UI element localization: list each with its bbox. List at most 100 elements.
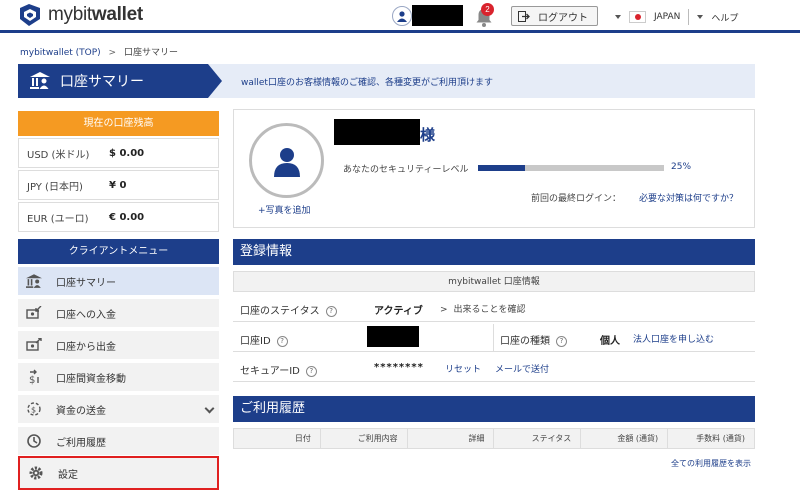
column-header[interactable]: 詳細 <box>408 429 495 448</box>
balance-row-eur: EUR (ユーロ) € 0.00 <box>18 202 219 232</box>
breadcrumb: mybitwallet (TOP) > 口座サマリー <box>20 45 178 58</box>
header-divider <box>688 9 690 25</box>
sidebar-item-label: 口座から出金 <box>56 341 116 353</box>
svg-text:$: $ <box>31 406 36 415</box>
secure-id-label: セキュアーID? <box>240 362 317 377</box>
svg-text:$: $ <box>29 375 35 385</box>
sidebar-item-label: ご利用履歴 <box>56 437 106 449</box>
reset-link[interactable]: リセット <box>445 362 481 375</box>
sidebar-item-label: 設定 <box>58 469 78 481</box>
security-level-percent: 25% <box>671 162 692 172</box>
remit-icon: $ <box>26 401 42 417</box>
security-level-label: あなたのセキュリティーレベル <box>343 165 469 175</box>
balance-amount: ¥ 0 <box>109 179 127 191</box>
chevron-down-icon <box>615 15 621 19</box>
gear-icon <box>28 465 44 481</box>
column-header[interactable]: 日付 <box>234 429 321 448</box>
breadcrumb-current: 口座サマリー <box>123 48 178 58</box>
profile-card: +写真を追加 様 あなたのセキュリティーレベル 25% 前回の最終ログイン： 必… <box>233 109 755 228</box>
sidebar-item-transfer[interactable]: $ 口座間資金移動 <box>18 363 219 393</box>
balance-currency: EUR (ユーロ) <box>27 213 89 225</box>
logout-icon <box>518 10 530 22</box>
page-title: 口座サマリー <box>18 64 222 98</box>
secure-id-row: セキュアーID? ******** リセット メールで送付 <box>233 354 755 382</box>
sidebar-item-account-summary[interactable]: 口座サマリー <box>18 267 219 297</box>
page-title-text: 口座サマリー <box>60 74 144 90</box>
logo-text: mybitwallet <box>48 4 143 25</box>
account-status-label: 口座のステイタス? <box>240 302 337 317</box>
balance-currency: JPY (日本円) <box>27 181 83 193</box>
transfer-icon: $ <box>26 369 42 385</box>
help-icon[interactable]: ? <box>556 335 567 347</box>
column-divider <box>493 324 494 352</box>
add-photo-link[interactable]: +写真を追加 <box>258 203 311 216</box>
logout-label: ログアウト <box>538 12 588 24</box>
page-title-banner: 口座サマリー wallet口座のお客様情報のご確認、各種変更がご利用頂けます <box>18 64 755 98</box>
help-menu[interactable]: ヘルプ <box>711 11 738 24</box>
language-label: JAPAN <box>654 12 681 22</box>
help-icon[interactable]: ? <box>325 305 337 317</box>
sidebar-item-deposit[interactable]: 口座への入金 <box>18 299 219 329</box>
bank-user-icon <box>30 72 50 89</box>
chevron-right-icon: > <box>440 305 448 315</box>
history-table-header: 日付 ご利用内容 詳細 ステイタス 金額 (通貨) 手数料 (通貨) <box>233 428 755 449</box>
sidebar-item-withdraw[interactable]: 口座から出金 <box>18 331 219 361</box>
language-selector[interactable]: JAPAN ヘルプ <box>615 9 738 25</box>
sidebar-item-label: 資金の送金 <box>56 405 106 417</box>
secure-id-value: ******** <box>374 362 424 373</box>
balance-row-jpy: JPY (日本円) ¥ 0 <box>18 170 219 200</box>
top-header: mybitwallet 2 ログアウト JAPAN ヘルプ <box>0 0 800 33</box>
username-redacted <box>412 5 463 26</box>
chevron-down-icon[interactable] <box>204 403 215 414</box>
sidebar-item-settings[interactable]: 設定 <box>18 456 219 490</box>
column-header[interactable]: ステイタス <box>494 429 582 448</box>
page-description: wallet口座のお客様情報のご確認、各種変更がご利用頂けます <box>241 78 493 88</box>
history-heading: ご利用履歴 <box>233 396 755 422</box>
sidebar-item-history[interactable]: ご利用履歴 <box>18 427 219 457</box>
balance-row-usd: USD (米ドル) $ 0.00 <box>18 138 219 168</box>
column-header[interactable]: ご利用内容 <box>321 429 408 448</box>
capabilities-link[interactable]: > 出来ることを確認 <box>440 302 526 315</box>
user-avatar-icon[interactable] <box>392 6 412 26</box>
balance-currency: USD (米ドル) <box>27 149 90 161</box>
column-header[interactable]: 手数料 (通貨) <box>668 429 754 448</box>
breadcrumb-home[interactable]: mybitwallet (TOP) <box>20 48 101 58</box>
account-status-row: 口座のステイタス? アクティブ > 出来ることを確認 <box>233 294 755 322</box>
help-icon[interactable]: ? <box>305 365 317 377</box>
send-by-email-link[interactable]: メールで送付 <box>495 362 549 375</box>
account-id-label: 口座ID? <box>240 332 288 347</box>
account-type-label: 口座の種類? <box>500 332 567 347</box>
mybitwallet-logo[interactable]: mybitwallet <box>17 4 143 26</box>
help-chevron-icon <box>697 15 704 19</box>
breadcrumb-separator: > <box>108 48 117 58</box>
history-icon <box>26 433 42 449</box>
corporate-account-link[interactable]: 法人口座を申し込む <box>633 332 714 345</box>
account-id-row: 口座ID? 口座の種類? 個人 法人口座を申し込む <box>233 324 755 352</box>
registration-heading: 登録情報 <box>233 239 755 265</box>
customer-name-suffix: 様 <box>420 126 436 144</box>
column-header[interactable]: 金額 (通貨) <box>581 429 669 448</box>
client-menu-heading: クライアントメニュー <box>18 239 219 264</box>
japan-flag-icon <box>629 11 646 23</box>
security-level-fill <box>478 165 525 171</box>
profile-avatar[interactable] <box>249 123 324 198</box>
withdraw-icon <box>26 337 42 353</box>
account-status-value: アクティブ <box>374 306 423 317</box>
deposit-icon <box>26 305 42 321</box>
help-icon[interactable]: ? <box>276 335 288 347</box>
balance-amount: $ 0.00 <box>109 147 145 159</box>
sidebar-item-remittance[interactable]: $ 資金の送金 <box>18 395 219 425</box>
bank-user-icon <box>26 273 42 289</box>
wallet-logo-icon <box>20 4 40 26</box>
customer-name-redacted <box>334 119 420 145</box>
last-login-label: 前回の最終ログイン： <box>531 194 622 204</box>
sidebar-item-label: 口座サマリー <box>56 277 116 289</box>
balance-amount: € 0.00 <box>109 211 145 223</box>
view-all-history-link[interactable]: 全ての利用履歴を表示 <box>671 458 751 469</box>
security-measures-link[interactable]: 必要な対策は何ですか？ <box>639 191 738 204</box>
logout-button[interactable]: ログアウト <box>511 6 598 26</box>
account-type-value: 個人 <box>600 336 620 347</box>
notification-badge: 2 <box>481 3 494 16</box>
registration-subheading: mybitwallet 口座情報 <box>233 271 755 292</box>
account-id-redacted <box>367 326 419 347</box>
